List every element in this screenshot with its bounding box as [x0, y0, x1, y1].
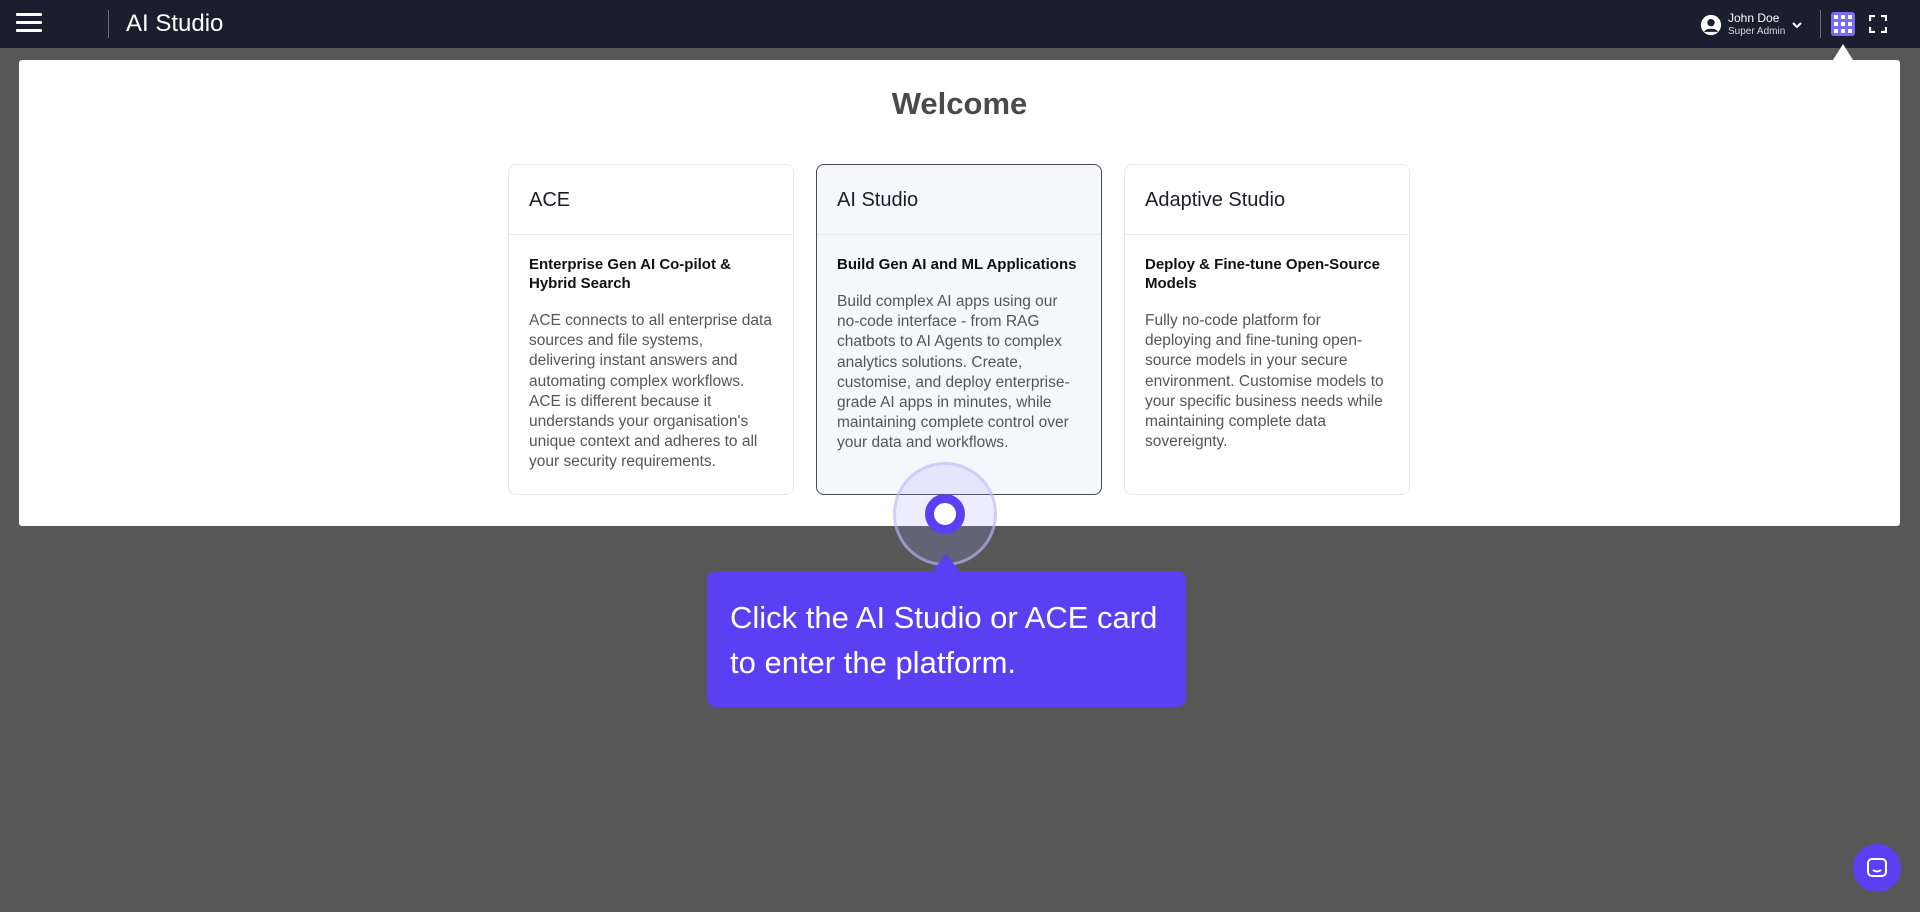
welcome-panel: Welcome ACE Enterprise Gen AI Co-pilot &…: [19, 60, 1900, 526]
user-role: Super Admin: [1728, 26, 1786, 37]
card-subtitle: Deploy & Fine-tune Open-Source Models: [1145, 256, 1381, 292]
user-avatar-icon: [1700, 14, 1722, 36]
card-title: AI Studio: [817, 165, 1101, 235]
tooltip-arrow: [932, 554, 960, 572]
card-adaptive-studio[interactable]: Adaptive Studio Deploy & Fine-tune Open-…: [1124, 164, 1410, 495]
card-ai-studio[interactable]: AI Studio Build Gen AI and ML Applicatio…: [816, 164, 1102, 495]
card-subtitle: Build Gen AI and ML Applications: [837, 256, 1077, 273]
card-title: ACE: [509, 165, 793, 235]
card-ace[interactable]: ACE Enterprise Gen AI Co-pilot & Hybrid …: [508, 164, 794, 495]
user-menu[interactable]: John Doe Super Admin: [1700, 11, 1803, 39]
app-title: AI Studio: [126, 10, 224, 37]
divider: [108, 10, 109, 38]
card-description: Build complex AI apps using our no-code …: [837, 293, 1070, 452]
chat-launcher-button[interactable]: [1853, 844, 1901, 892]
card-title: Adaptive Studio: [1125, 165, 1409, 235]
grid-apps-icon[interactable]: [1831, 12, 1855, 36]
fullscreen-icon[interactable]: [1869, 15, 1887, 33]
card-description: Fully no-code platform for deploying and…: [1145, 312, 1384, 451]
divider: [1820, 10, 1821, 38]
hamburger-menu-icon[interactable]: [16, 13, 42, 35]
page-title: Welcome: [891, 86, 1028, 121]
hotspot-beacon[interactable]: [925, 494, 965, 534]
tooltip-text: Click the AI Studio or ACE card to enter…: [730, 600, 1158, 680]
apps-popover-caret: [1833, 44, 1853, 60]
top-bar: AI Studio John Doe Super Admin: [0, 0, 1920, 48]
user-name: John Doe: [1728, 11, 1780, 25]
card-description: ACE connects to all enterprise data sour…: [529, 312, 772, 471]
chat-icon: [1867, 858, 1887, 877]
chevron-down-icon: [1792, 22, 1802, 29]
card-subtitle: Enterprise Gen AI Co-pilot & Hybrid Sear…: [529, 256, 731, 292]
tour-tooltip: Click the AI Studio or ACE card to enter…: [707, 571, 1186, 707]
